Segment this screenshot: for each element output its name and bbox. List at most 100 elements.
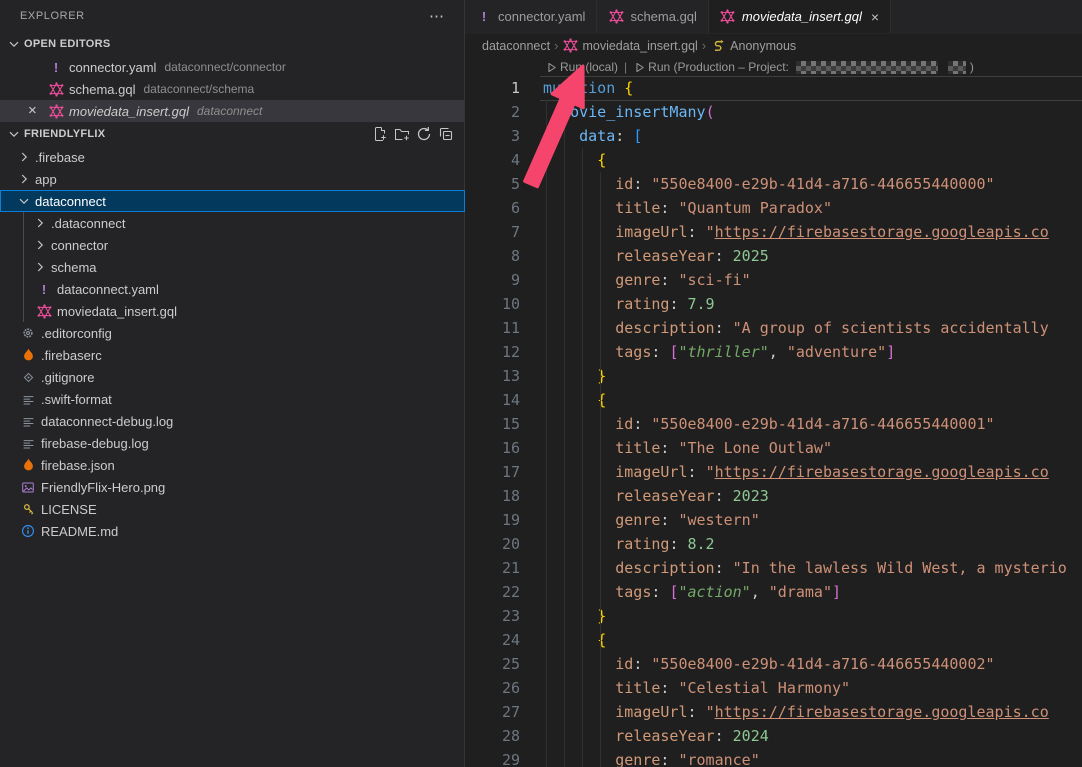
code-line[interactable]: 19 genre: "western" [465, 508, 1082, 532]
line-number[interactable]: 1 [465, 76, 543, 100]
code-line[interactable]: 21 description: "In the lawless Wild Wes… [465, 556, 1082, 580]
code-line[interactable]: 2 movie_insertMany( [465, 100, 1082, 124]
code-area[interactable]: 1mutation {2 movie_insertMany(3 data: [4… [465, 76, 1082, 767]
breadcrumb-item[interactable]: moviedata_insert.gql [562, 38, 697, 54]
tree-item-friendlyflix-hero-png[interactable]: FriendlyFlix-Hero.png [0, 476, 465, 498]
tab-connector-yaml[interactable]: !connector.yaml [465, 0, 597, 33]
line-number[interactable]: 5 [465, 172, 543, 196]
tree-item-dataconnect-debug-log[interactable]: dataconnect-debug.log [0, 410, 465, 432]
more-actions-icon[interactable]: ⋯ [423, 7, 450, 25]
code-line[interactable]: 18 releaseYear: 2023 [465, 484, 1082, 508]
code-line[interactable]: 28 releaseYear: 2024 [465, 724, 1082, 748]
code-line[interactable]: 20 rating: 8.2 [465, 532, 1082, 556]
tree-item--firebase[interactable]: .firebase [0, 146, 465, 168]
tree-item-firebase-debug-log[interactable]: firebase-debug.log [0, 432, 465, 454]
tree-item-app[interactable]: app [0, 168, 465, 190]
line-number[interactable]: 9 [465, 268, 543, 292]
line-number[interactable]: 2 [465, 100, 543, 124]
line-number[interactable]: 7 [465, 220, 543, 244]
tab-schema-gql[interactable]: schema.gql [597, 0, 708, 33]
code-line[interactable]: 13 } [465, 364, 1082, 388]
code-line[interactable]: 15 id: "550e8400-e29b-41d4-a716-44665544… [465, 412, 1082, 436]
open-editor-item[interactable]: schema.gqldataconnect/schema [0, 78, 464, 100]
open-editors-header[interactable]: OPEN EDITORS [0, 32, 464, 56]
line-number[interactable]: 26 [465, 676, 543, 700]
tree-item-readme-md[interactable]: README.md [0, 520, 465, 542]
code-line[interactable]: 4 { [465, 148, 1082, 172]
code-line-text: description: "In the lawless Wild West, … [543, 556, 1082, 580]
tree-item--firebaserc[interactable]: .firebaserc [0, 344, 465, 366]
line-number[interactable]: 10 [465, 292, 543, 316]
open-editor-item[interactable]: ×moviedata_insert.gqldataconnect [0, 100, 464, 122]
code-line[interactable]: 7 imageUrl: "https://firebasestorage.goo… [465, 220, 1082, 244]
breadcrumb-item[interactable]: Anonymous [710, 38, 796, 54]
line-number[interactable]: 23 [465, 604, 543, 628]
collapse-all-icon[interactable] [438, 126, 454, 142]
code-line[interactable]: 16 title: "The Lone Outlaw" [465, 436, 1082, 460]
line-number[interactable]: 27 [465, 700, 543, 724]
line-number[interactable]: 6 [465, 196, 543, 220]
info-icon [20, 523, 36, 539]
project-section-header[interactable]: FRIENDLYFLIX [0, 122, 464, 146]
code-line[interactable]: 26 title: "Celestial Harmony" [465, 676, 1082, 700]
code-line[interactable]: 27 imageUrl: "https://firebasestorage.go… [465, 700, 1082, 724]
line-number[interactable]: 16 [465, 436, 543, 460]
line-number[interactable]: 20 [465, 532, 543, 556]
refresh-icon[interactable] [416, 126, 432, 142]
code-line[interactable]: 29 genre: "romance" [465, 748, 1082, 767]
code-line[interactable]: 5 id: "550e8400-e29b-41d4-a716-446655440… [465, 172, 1082, 196]
code-line[interactable]: 1mutation { [465, 76, 1082, 100]
line-number[interactable]: 13 [465, 364, 543, 388]
run-production-link[interactable]: Run (Production – Project: ) [633, 60, 974, 74]
tree-item-firebase-json[interactable]: firebase.json [0, 454, 465, 476]
line-number[interactable]: 24 [465, 628, 543, 652]
code-line[interactable]: 11 description: "A group of scientists a… [465, 316, 1082, 340]
tab-moviedata-insert-gql[interactable]: moviedata_insert.gql× [709, 0, 891, 33]
tree-item-moviedata-insert-gql[interactable]: moviedata_insert.gql [0, 300, 465, 322]
line-number[interactable]: 14 [465, 388, 543, 412]
new-file-icon[interactable] [372, 126, 388, 142]
line-number[interactable]: 17 [465, 460, 543, 484]
line-number[interactable]: 25 [465, 652, 543, 676]
new-folder-icon[interactable] [394, 126, 410, 142]
breadcrumb-item[interactable]: dataconnect [482, 39, 550, 53]
line-number[interactable]: 11 [465, 316, 543, 340]
run-local-link[interactable]: Run (local) [545, 60, 618, 74]
code-line[interactable]: 25 id: "550e8400-e29b-41d4-a716-44665544… [465, 652, 1082, 676]
tree-item--gitignore[interactable]: .gitignore [0, 366, 465, 388]
code-line[interactable]: 14 { [465, 388, 1082, 412]
log-lines-icon [20, 435, 36, 451]
line-number[interactable]: 4 [465, 148, 543, 172]
tree-item-dataconnect-yaml[interactable]: !dataconnect.yaml [0, 278, 465, 300]
code-line[interactable]: 12 tags: ["thriller", "adventure"] [465, 340, 1082, 364]
line-number[interactable]: 21 [465, 556, 543, 580]
line-number[interactable]: 18 [465, 484, 543, 508]
code-line[interactable]: 22 tags: ["action", "drama"] [465, 580, 1082, 604]
tree-item--editorconfig[interactable]: .editorconfig [0, 322, 465, 344]
open-editor-item[interactable]: !connector.yamldataconnect/connector [0, 56, 464, 78]
code-line[interactable]: 3 data: [ [465, 124, 1082, 148]
code-line[interactable]: 8 releaseYear: 2025 [465, 244, 1082, 268]
line-number[interactable]: 19 [465, 508, 543, 532]
code-line[interactable]: 6 title: "Quantum Paradox" [465, 196, 1082, 220]
line-number[interactable]: 12 [465, 340, 543, 364]
tree-item-license[interactable]: LICENSE [0, 498, 465, 520]
code-line[interactable]: 23 } [465, 604, 1082, 628]
code-line[interactable]: 24 { [465, 628, 1082, 652]
line-number[interactable]: 8 [465, 244, 543, 268]
code-line[interactable]: 17 imageUrl: "https://firebasestorage.go… [465, 460, 1082, 484]
code-line[interactable]: 9 genre: "sci-fi" [465, 268, 1082, 292]
tree-item-connector[interactable]: connector [0, 234, 465, 256]
tree-item--dataconnect[interactable]: .dataconnect [0, 212, 465, 234]
close-icon[interactable]: × [28, 104, 37, 118]
line-number[interactable]: 29 [465, 748, 543, 767]
line-number[interactable]: 3 [465, 124, 543, 148]
tree-item-schema[interactable]: schema [0, 256, 465, 278]
line-number[interactable]: 22 [465, 580, 543, 604]
close-icon[interactable]: × [871, 10, 879, 24]
code-line[interactable]: 10 rating: 7.9 [465, 292, 1082, 316]
tree-item--swift-format[interactable]: .swift-format [0, 388, 465, 410]
line-number[interactable]: 15 [465, 412, 543, 436]
line-number[interactable]: 28 [465, 724, 543, 748]
tree-item-dataconnect[interactable]: dataconnect [0, 190, 465, 212]
